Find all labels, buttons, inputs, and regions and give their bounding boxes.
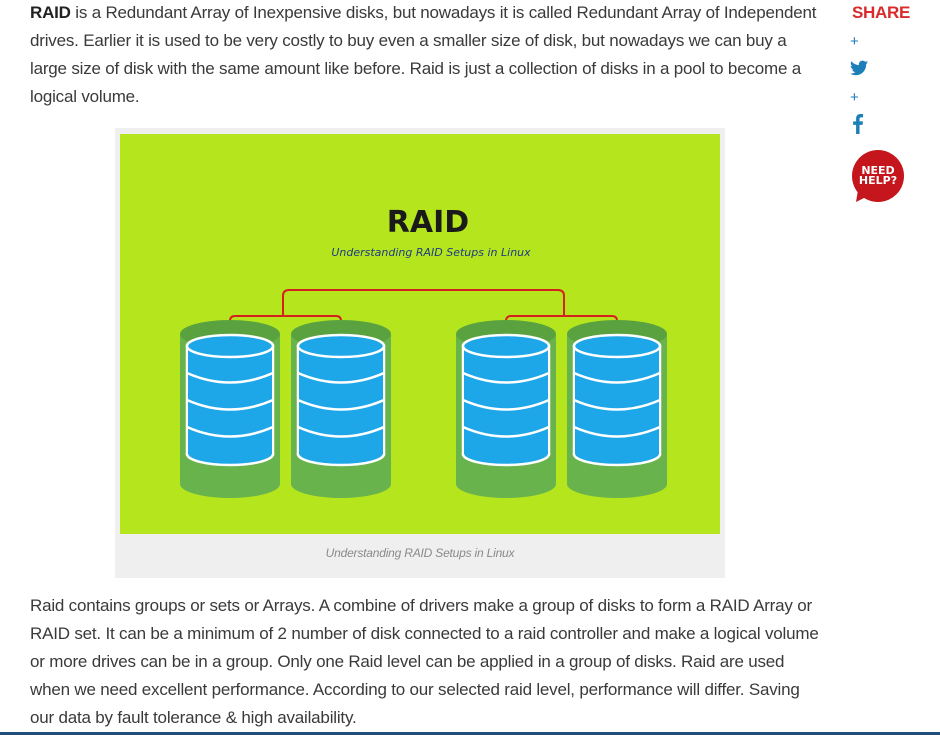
- intro-paragraph: RAID is a Redundant Array of Inexpensive…: [30, 0, 820, 111]
- figure-caption: Understanding RAID Setups in Linux: [325, 546, 515, 560]
- disk-1: [178, 318, 282, 500]
- twitter-icon[interactable]: [850, 60, 868, 81]
- expand-plus-icon[interactable]: +: [850, 34, 859, 49]
- raid-groups-paragraph: Raid contains groups or sets or Arrays. …: [30, 596, 819, 727]
- disk-3: [454, 318, 558, 500]
- disk-4: [565, 318, 669, 500]
- image-title: RAID: [387, 205, 469, 240]
- raid-figure: RAID Understanding RAID Setups in Linux …: [115, 128, 725, 578]
- facebook-icon[interactable]: [850, 114, 864, 139]
- raid-diagram-image[interactable]: RAID Understanding RAID Setups in Linux: [120, 134, 720, 534]
- need-help-line2: HELP?: [859, 174, 897, 187]
- need-help-button[interactable]: NEED HELP?: [850, 150, 906, 206]
- disk-2: [289, 318, 393, 500]
- raid-diagram-svg: RAID Understanding RAID Setups in Linux: [178, 205, 669, 500]
- raid-connectors: [229, 289, 618, 339]
- expand-plus-icon[interactable]: +: [850, 90, 859, 105]
- intro-text: is a Redundant Array of Inexpensive disk…: [30, 3, 817, 106]
- raid-bold-term: RAID: [30, 3, 71, 22]
- image-subtitle: Understanding RAID Setups in Linux: [331, 246, 531, 259]
- share-label: SHARE: [852, 3, 911, 22]
